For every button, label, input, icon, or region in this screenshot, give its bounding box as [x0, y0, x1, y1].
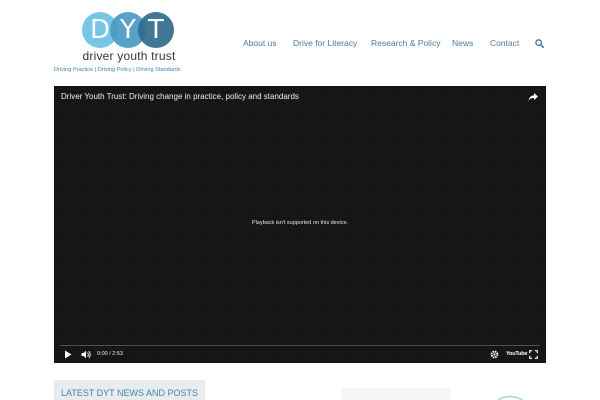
- play-icon[interactable]: [64, 350, 72, 359]
- nav-item-contact[interactable]: Contact: [490, 38, 519, 48]
- brand-name: driver youth trust: [82, 49, 176, 63]
- volume-icon[interactable]: [81, 350, 91, 359]
- nav-item-drive-for-literacy[interactable]: Drive for Literacy: [293, 38, 357, 48]
- video-progress-bar[interactable]: [60, 345, 540, 346]
- fullscreen-icon[interactable]: [529, 350, 538, 359]
- settings-icon[interactable]: [490, 350, 499, 359]
- nav-item-about-us[interactable]: About us: [243, 38, 277, 48]
- site-logo[interactable]: D Y T driver youth trust Driving Practic…: [54, 12, 204, 76]
- news-section-heading: LATEST DYT NEWS AND POSTS: [54, 380, 205, 400]
- page: D Y T driver youth trust Driving Practic…: [0, 0, 600, 400]
- tagline: Driving Practice | Driving Policy | Driv…: [54, 67, 181, 73]
- video-controls: 0:00 / 2:53 YouTube: [54, 348, 546, 362]
- share-icon[interactable]: [528, 92, 538, 102]
- logo-letter-t: T: [138, 12, 174, 48]
- playback-message: Playback isn't supported on this device.: [251, 220, 349, 226]
- video-time: 0:00 / 2:53: [97, 351, 123, 357]
- nav-item-news[interactable]: News: [452, 38, 473, 48]
- decorative-arc: [496, 395, 524, 400]
- side-panel: [342, 388, 450, 400]
- logo-circles: D Y T: [82, 12, 174, 48]
- youtube-logo[interactable]: YouTube: [506, 351, 528, 357]
- nav-item-research-policy[interactable]: Research & Policy: [371, 38, 440, 48]
- video-title[interactable]: Driver Youth Trust: Driving change in pr…: [61, 92, 299, 101]
- video-player[interactable]: Driver Youth Trust: Driving change in pr…: [54, 86, 546, 363]
- search-icon[interactable]: [535, 39, 544, 48]
